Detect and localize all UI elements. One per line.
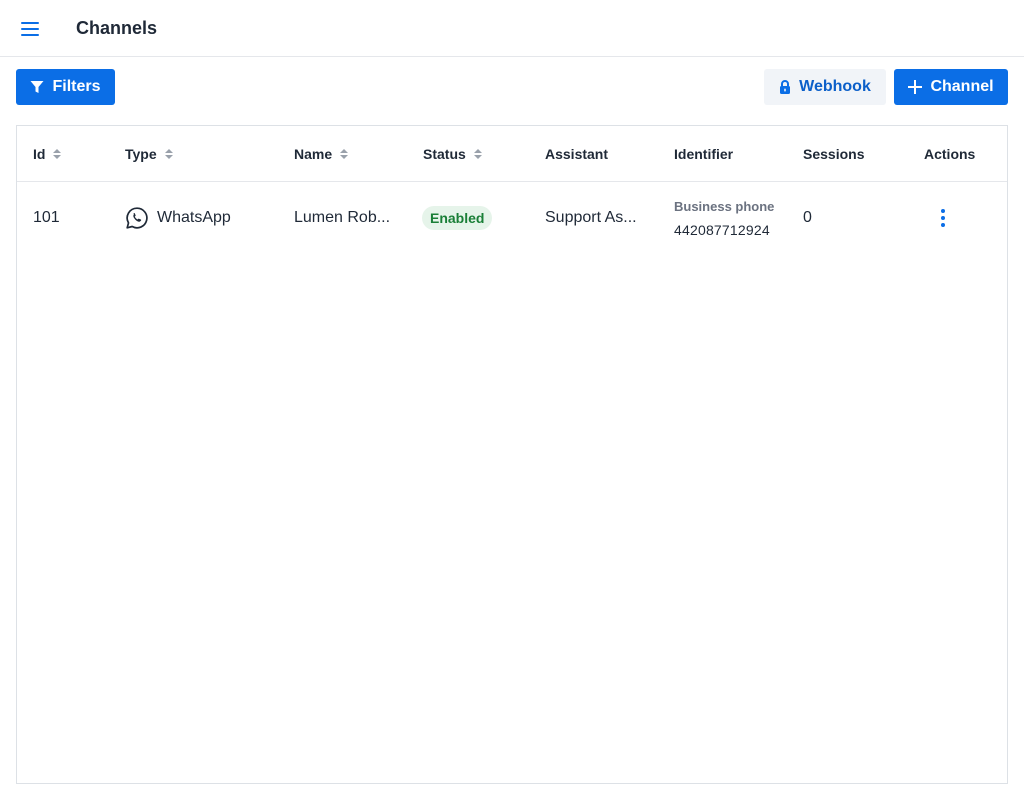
column-header-type[interactable]: Type <box>125 126 173 182</box>
cell-name: Lumen Rob... <box>294 209 391 226</box>
cell-status: Enabled <box>422 182 493 254</box>
cell-type: WhatsApp <box>125 182 231 254</box>
table-row[interactable]: 101 WhatsApp Lumen Rob... Enabled Suppor… <box>17 182 1007 254</box>
webhook-button[interactable]: Webhook <box>764 69 886 105</box>
lock-icon <box>780 79 791 94</box>
column-header-assistant: Assistant <box>545 126 608 182</box>
cell-id: 101 <box>33 209 60 226</box>
column-header-label: Identifier <box>674 146 734 162</box>
filters-button-label: Filters <box>52 78 101 95</box>
cell-type-label: WhatsApp <box>157 209 231 226</box>
cell-identifier: Business phone 442087712924 <box>674 182 774 254</box>
hamburger-icon <box>21 22 39 36</box>
cell-actions <box>933 182 953 254</box>
more-actions-button[interactable] <box>933 206 953 230</box>
sort-icon <box>473 149 482 159</box>
column-header-label: Actions <box>924 146 976 162</box>
sort-icon <box>164 149 173 159</box>
identifier-value: 442087712924 <box>674 221 770 238</box>
top-bar: Channels <box>0 0 1024 57</box>
webhook-button-label: Webhook <box>799 78 871 95</box>
column-header-identifier: Identifier <box>674 126 733 182</box>
table-header: Id Type Name Status Assistant Identifier… <box>17 126 1007 182</box>
column-header-label: Assistant <box>545 146 609 162</box>
whatsapp-icon <box>126 207 148 229</box>
column-header-sessions: Sessions <box>803 126 864 182</box>
column-header-name[interactable]: Name <box>294 126 349 182</box>
add-channel-button-label: Channel <box>930 78 994 95</box>
plus-icon <box>908 80 923 94</box>
filters-button[interactable]: Filters <box>16 69 115 105</box>
column-header-label: Id <box>33 146 46 162</box>
identifier-label: Business phone <box>674 198 775 214</box>
cell-sessions: 0 <box>803 209 812 226</box>
column-header-id[interactable]: Id <box>33 126 62 182</box>
cell-assistant: Support As... <box>545 209 637 226</box>
menu-button[interactable] <box>14 13 46 45</box>
add-channel-button[interactable]: Channel <box>894 69 1008 105</box>
page-title: Channels <box>76 18 158 38</box>
sort-icon <box>340 149 349 159</box>
kebab-menu-icon <box>941 209 945 227</box>
column-header-label: Name <box>294 146 333 162</box>
column-header-actions: Actions <box>924 126 975 182</box>
column-header-label: Status <box>423 146 466 162</box>
column-header-status[interactable]: Status <box>423 126 482 182</box>
channels-table: Id Type Name Status Assistant Identifier… <box>16 125 1008 784</box>
column-header-label: Sessions <box>803 146 865 162</box>
status-badge: Enabled <box>422 206 493 230</box>
filter-icon <box>30 81 44 93</box>
column-header-label: Type <box>125 146 157 162</box>
sort-icon <box>53 149 62 159</box>
